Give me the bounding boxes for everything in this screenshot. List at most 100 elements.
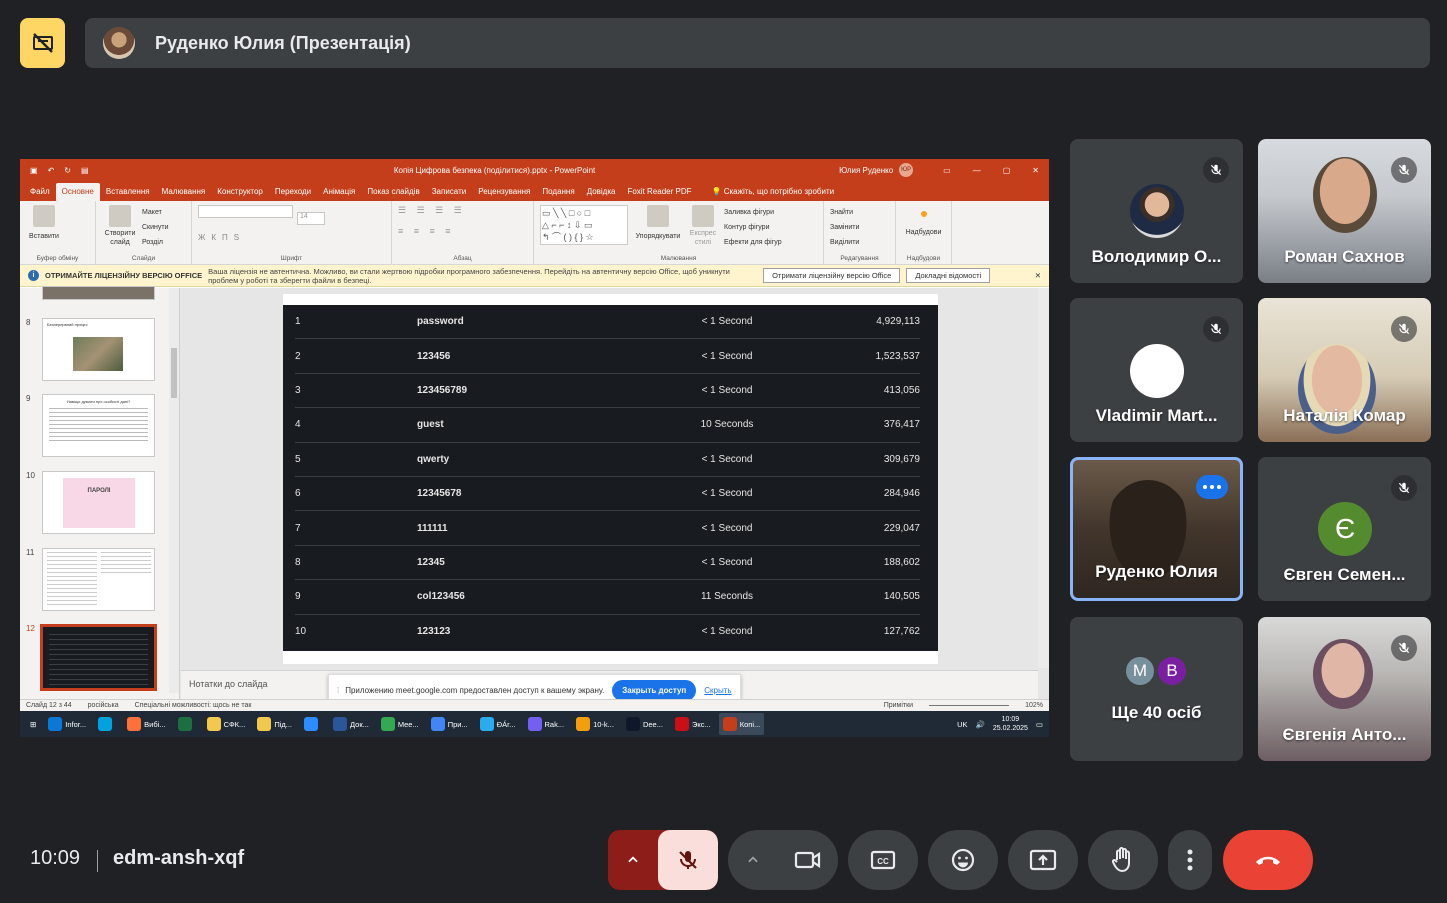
taskbar-app[interactable]: При... (427, 713, 472, 735)
present-icon[interactable]: ▤ (81, 166, 89, 175)
shapes-gallery[interactable]: ▭ ╲ ╲ □ ○ □ △ ⌐ ⌐ ↕ ⇩ ▭ ↰ ⌒ ( ) { } ☆ (540, 205, 628, 245)
font-name-field[interactable] (198, 205, 293, 218)
keyboard-language[interactable]: UK (957, 720, 967, 729)
undo-icon[interactable]: ↶ (48, 166, 55, 175)
participant-tile[interactable]: Євгенія Анто... (1258, 617, 1431, 761)
current-slide[interactable]: 1 password < 1 Second 4,929,113 2 123456 < 1 S… (283, 294, 938, 664)
thumbnail-slide-9[interactable]: Навіщо думати про особисті дані? (42, 394, 155, 457)
tab-draw[interactable]: Малювання (156, 183, 212, 201)
participant-tile[interactable]: Наталія Комар (1258, 298, 1431, 442)
notifications-icon[interactable]: ▭ (1036, 720, 1043, 729)
tab-slideshow[interactable]: Показ слайдів (361, 183, 425, 201)
taskbar-app[interactable] (94, 713, 119, 735)
font-format-buttons[interactable]: ЖКПЅ (198, 233, 385, 242)
camera-toggle-button[interactable] (778, 849, 838, 871)
tab-review[interactable]: Рецензування (472, 183, 536, 201)
quick-styles-button[interactable]: Експрес стилі (688, 229, 718, 247)
zoom-level[interactable]: 102% (1025, 702, 1043, 709)
list-buttons[interactable]: ☰ ☰ ☰ ☰ (398, 205, 527, 216)
redo-icon[interactable]: ↻ (64, 166, 71, 175)
accessibility-status[interactable]: Спеціальні можливості: щось не так (135, 702, 252, 709)
save-icon[interactable]: ▣ (30, 166, 38, 175)
new-slide-button[interactable]: Створити слайд (102, 229, 138, 247)
participant-tile[interactable]: Володимир О... (1070, 139, 1243, 283)
taskbar-app[interactable]: Під... (253, 713, 296, 735)
taskbar-app[interactable] (300, 713, 325, 735)
participant-tile[interactable]: Vladimir Mart... (1070, 298, 1243, 442)
taskbar-app[interactable]: ÐÁr... (476, 713, 520, 735)
tab-animations[interactable]: Анімація (317, 183, 361, 201)
paste-button[interactable]: Вставити (26, 229, 62, 244)
slide-scrollbar[interactable] (1038, 288, 1049, 668)
language-indicator[interactable]: російська (88, 702, 119, 709)
audio-settings-button[interactable] (608, 830, 658, 890)
tab-record[interactable]: Записати (426, 183, 473, 201)
thumbnail-slide-7[interactable] (42, 286, 155, 300)
more-options-button[interactable] (1168, 830, 1212, 890)
more-participants-tile[interactable]: M B Ще 40 осіб (1070, 617, 1243, 761)
tab-insert[interactable]: Вставлення (100, 183, 156, 201)
video-settings-button[interactable] (728, 853, 778, 867)
shape-outline-button[interactable]: Контур фігури (724, 220, 782, 235)
participant-tile[interactable]: Роман Сахнов (1258, 139, 1431, 283)
layout-button[interactable]: Макет (142, 205, 169, 220)
taskbar-app[interactable] (174, 713, 199, 735)
zoom-slider[interactable] (929, 705, 1010, 706)
taskbar-app[interactable]: 10-k... (572, 713, 618, 735)
volume-icon[interactable]: 🔊 (976, 720, 985, 729)
minimize-icon[interactable]: — (973, 166, 981, 175)
tab-home[interactable]: Основне (55, 183, 100, 201)
more-info-button[interactable]: Докладні відомості (906, 268, 991, 283)
drag-handle-icon[interactable]: ⁞ (337, 686, 339, 695)
get-license-button[interactable]: Отримати ліцензійну версію Office (763, 268, 901, 283)
taskbar-app[interactable]: Вибі... (123, 713, 169, 735)
tab-transitions[interactable]: Переходи (269, 183, 317, 201)
captions-button[interactable]: CC (848, 830, 918, 890)
close-warning-icon[interactable]: ✕ (1035, 271, 1041, 280)
taskbar-app[interactable]: Экс... (671, 713, 715, 735)
taskbar-app[interactable]: Infor... (44, 713, 90, 735)
microphone-toggle-button[interactable] (658, 830, 718, 890)
tab-foxit[interactable]: Foxit Reader PDF (621, 183, 697, 201)
tab-file[interactable]: Файл (24, 183, 56, 201)
font-size-field[interactable]: 14 (297, 212, 325, 225)
find-button[interactable]: Знайти (830, 205, 889, 220)
close-icon[interactable]: ✕ (1032, 166, 1039, 175)
arrange-button[interactable]: Упорядкувати (634, 229, 682, 244)
ribbon-display-icon[interactable]: ▭ (943, 166, 951, 175)
participant-tile[interactable]: Є Євген Семен... (1258, 457, 1431, 601)
taskbar-app[interactable]: Dee... (622, 713, 667, 735)
meeting-code[interactable]: edm-ansh-xqf (113, 847, 244, 870)
reset-button[interactable]: Скинути (142, 220, 169, 235)
taskbar-app[interactable]: СФК... (203, 713, 250, 735)
ppt-user-avatar[interactable]: ЮР (899, 163, 914, 177)
thumbnail-slide-10[interactable]: ПАРОЛІ (42, 471, 155, 534)
thumbnail-slide-12-selected[interactable] (40, 624, 157, 691)
thumbnails-scrollbar[interactable] (169, 288, 179, 693)
taskbar-app[interactable]: Mee... (377, 713, 423, 735)
align-buttons[interactable]: ≡ ≡ ≡ ≡ (398, 226, 527, 236)
select-button[interactable]: Виділити (830, 235, 889, 250)
reactions-button[interactable] (928, 830, 998, 890)
notes-toggle[interactable]: Примітки (884, 702, 913, 709)
taskbar-app[interactable]: Док... (329, 713, 373, 735)
shape-fill-button[interactable]: Заливка фігури (724, 205, 782, 220)
taskbar-app[interactable]: Копі... (718, 713, 765, 735)
addins-button[interactable]: Надбудови (902, 225, 945, 240)
participant-tile-self[interactable]: Руденко Юлия (1070, 457, 1243, 601)
thumbnail-slide-11[interactable] (42, 548, 155, 611)
start-icon[interactable]: ⊞ (26, 713, 40, 735)
leave-call-button[interactable] (1223, 830, 1313, 890)
tab-view[interactable]: Подання (536, 183, 580, 201)
tell-me-box[interactable]: 💡 Скажіть, що потрібно зробити (706, 183, 841, 201)
shape-effects-button[interactable]: Ефекти для фігур (724, 235, 782, 250)
replace-button[interactable]: Замінити (830, 220, 889, 235)
section-button[interactable]: Розділ (142, 235, 169, 250)
thumbnail-slide-8[interactable]: Безперервний процес (42, 318, 155, 381)
more-options-button[interactable] (1196, 475, 1228, 499)
maximize-icon[interactable]: ▢ (1003, 166, 1011, 175)
taskbar-clock[interactable]: 10:09 25.02.2025 (993, 715, 1028, 733)
presentation-indicator-badge[interactable] (20, 18, 65, 68)
hide-notice-link[interactable]: Скрыть (704, 686, 731, 695)
tab-design[interactable]: Конструктор (211, 183, 269, 201)
